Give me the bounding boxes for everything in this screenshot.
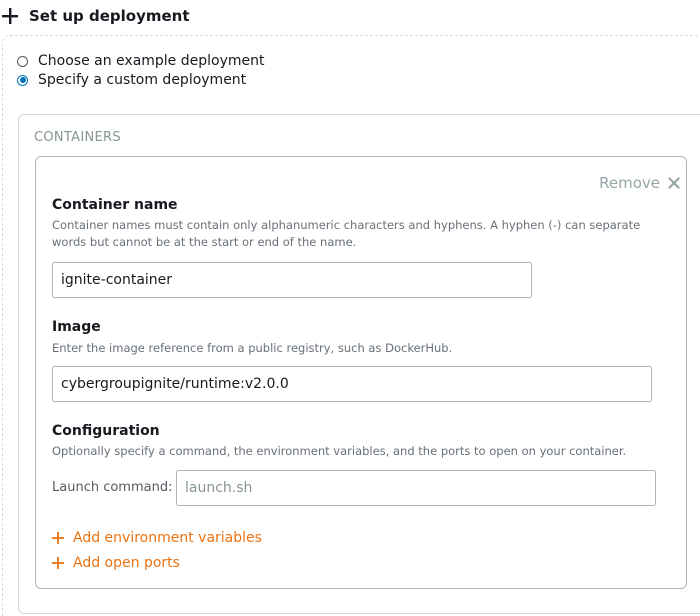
launch-command-input[interactable]: launch.sh: [176, 470, 656, 506]
add-environment-variables-label: Add environment variables: [73, 530, 262, 546]
container-name-input[interactable]: ignite-container: [52, 262, 532, 298]
configuration-label: Configuration: [52, 423, 160, 439]
radio-button-checked[interactable]: [17, 74, 28, 86]
container-name-label: Container name: [52, 197, 178, 213]
remove-button[interactable]: Remove: [599, 174, 680, 192]
launch-command-label: Launch command:: [52, 480, 173, 495]
plus-icon: [52, 557, 64, 569]
radio-label-example: Choose an example deployment: [38, 53, 265, 69]
image-label: Image: [52, 319, 101, 335]
section-title: Set up deployment: [29, 7, 190, 25]
container-name-description: Container names must contain only alphan…: [52, 218, 641, 249]
remove-label: Remove: [599, 174, 660, 192]
section-header[interactable]: Set up deployment: [0, 2, 190, 30]
close-icon: [668, 177, 680, 189]
add-open-ports-label: Add open ports: [73, 555, 180, 571]
add-open-ports-link[interactable]: Add open ports: [52, 555, 180, 571]
radio-custom-deployment[interactable]: Specify a custom deployment: [17, 70, 246, 90]
image-input[interactable]: cybergroupignite/runtime:v2.0.0: [52, 366, 652, 402]
image-description: Enter the image reference from a public …: [52, 341, 453, 355]
plus-icon: [2, 8, 18, 24]
plus-icon: [52, 532, 64, 544]
radio-button-unchecked[interactable]: [17, 55, 28, 67]
radio-example-deployment[interactable]: Choose an example deployment: [17, 51, 265, 71]
radio-label-custom: Specify a custom deployment: [38, 72, 247, 88]
add-environment-variables-link[interactable]: Add environment variables: [52, 530, 262, 546]
containers-heading: CONTAINERS: [34, 130, 121, 145]
configuration-description: Optionally specify a command, the enviro…: [52, 444, 627, 458]
